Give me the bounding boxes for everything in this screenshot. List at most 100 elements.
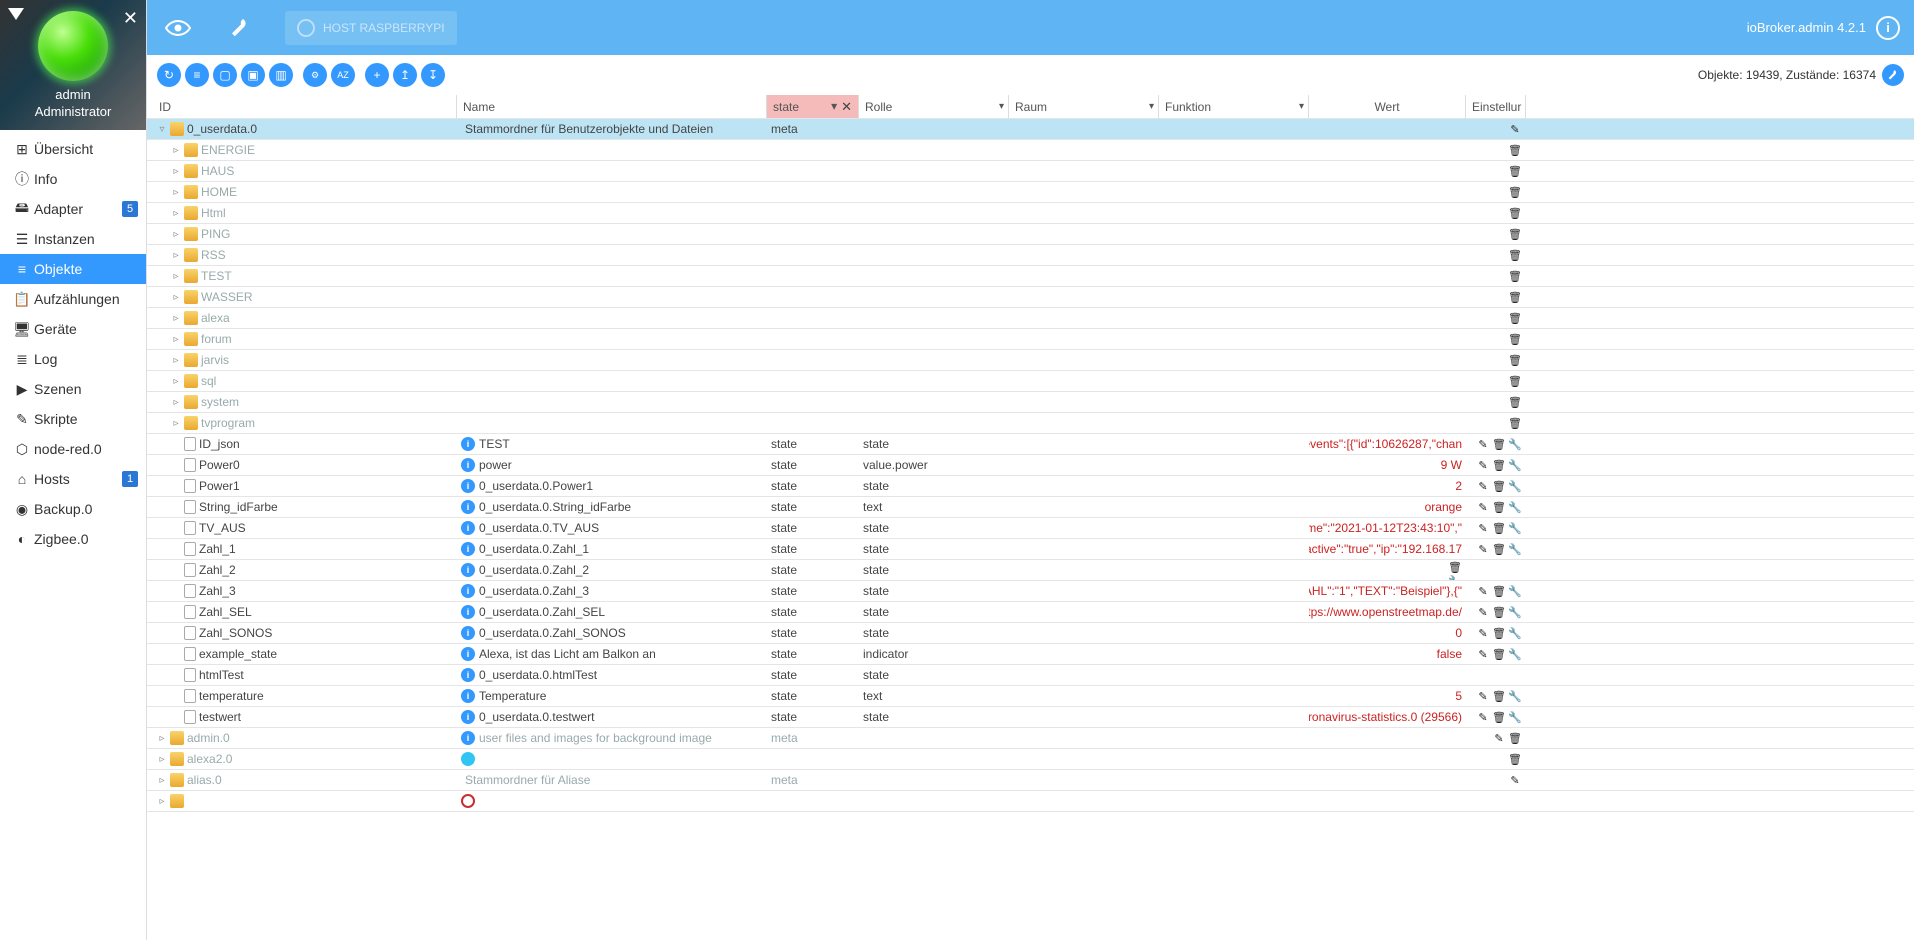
delete-icon[interactable]: 🗑 [1508, 374, 1522, 388]
cell-wert[interactable] [1309, 182, 1466, 202]
host-selector[interactable]: HOST RASPBERRYPI [285, 11, 457, 45]
cell-wert[interactable] [1309, 161, 1466, 181]
cell-wert[interactable] [1309, 308, 1466, 328]
delete-icon[interactable]: 🗑 [1508, 227, 1522, 241]
delete-icon[interactable]: 🗑 [1508, 164, 1522, 178]
edit-icon[interactable]: ✎ [1476, 647, 1490, 661]
delete-icon[interactable]: 🗑 [1492, 689, 1506, 703]
cell-wert[interactable]: coronavirus-statistics.0 (29566) [1309, 707, 1466, 727]
tree-expand-icon[interactable]: ▹ [171, 397, 181, 408]
config-icon[interactable]: 🔧 [1508, 500, 1522, 514]
delete-icon[interactable]: 🗑 [1508, 416, 1522, 430]
table-row[interactable]: ▹alexa2.0 🗑 [147, 749, 1914, 770]
delete-icon[interactable]: 🗑 [1492, 710, 1506, 724]
close-icon[interactable]: ✕ [123, 8, 138, 29]
delete-icon[interactable]: 🗑 [1508, 248, 1522, 262]
delete-icon[interactable]: 🗑 [1508, 353, 1522, 367]
delete-icon[interactable]: 🗑 [1508, 731, 1522, 745]
config-icon[interactable]: 🔧 [1508, 584, 1522, 598]
sidebar-item-geräte[interactable]: 🖥Geräte [0, 314, 146, 344]
edit-icon[interactable]: ✎ [1476, 521, 1490, 535]
cell-wert[interactable]: 0 [1309, 623, 1466, 643]
config-icon[interactable]: 🔧 [1508, 458, 1522, 472]
tree-expand-icon[interactable]: ▹ [157, 796, 167, 807]
sidebar-item-aufzählungen[interactable]: 📋Aufzählungen [0, 284, 146, 314]
table-row[interactable]: ▹sql 🗑 [147, 371, 1914, 392]
table-row[interactable]: Zahl_3i 0_userdata.0.Zahl_3statestate[{"… [147, 581, 1914, 602]
filter-button[interactable]: ⚙ [303, 63, 327, 87]
edit-icon[interactable]: ✎ [1492, 731, 1506, 745]
config-icon[interactable]: 🔧 [1508, 647, 1522, 661]
menu-toggle-icon[interactable] [8, 8, 24, 20]
hdr-funktion[interactable]: Funktion [1159, 95, 1309, 118]
table-row[interactable]: Zahl_2i 0_userdata.0.Zahl_2statestate ✎🗑… [147, 560, 1914, 581]
table-row[interactable]: ▹alias.0 Stammordner für Aliasemeta✎ [147, 770, 1914, 791]
edit-icon[interactable]: ✎ [1476, 479, 1490, 493]
tree-expand-icon[interactable]: ▹ [171, 229, 181, 240]
table-row[interactable]: temperaturei Temperaturestatetext5✎🗑🔧 [147, 686, 1914, 707]
sidebar-item-adapter[interactable]: 🖴Adapter5 [0, 194, 146, 224]
sidebar-item-übersicht[interactable]: ⊞Übersicht [0, 134, 146, 164]
table-row[interactable]: Zahl_1i 0_userdata.0.Zahl_1statestate[{"… [147, 539, 1914, 560]
watch-icon[interactable] [161, 11, 195, 45]
config-icon[interactable]: 🔧 [1508, 710, 1522, 724]
cell-wert[interactable] [1309, 329, 1466, 349]
tree-expand-icon[interactable]: ▹ [171, 250, 181, 261]
settings-button[interactable] [1882, 64, 1904, 86]
tree-expand-icon[interactable]: ▹ [171, 208, 181, 219]
cell-wert[interactable] [1309, 770, 1466, 790]
delete-icon[interactable]: 🗑 [1492, 542, 1506, 556]
table-row[interactable]: ▹RSS 🗑 [147, 245, 1914, 266]
delete-icon[interactable]: 🗑 [1492, 584, 1506, 598]
sidebar-item-objekte[interactable]: ≡Objekte [0, 254, 146, 284]
cell-wert[interactable] [1309, 665, 1466, 685]
cell-wert[interactable] [1309, 287, 1466, 307]
table-row[interactable]: ▹tvprogram 🗑 [147, 413, 1914, 434]
cell-wert[interactable] [1309, 413, 1466, 433]
config-icon[interactable]: 🔧 [1508, 605, 1522, 619]
edit-icon[interactable]: ✎ [1476, 689, 1490, 703]
cell-wert[interactable] [1309, 791, 1466, 811]
delete-icon[interactable]: 🗑 [1448, 560, 1462, 574]
table-row[interactable]: ▹forum 🗑 [147, 329, 1914, 350]
edit-icon[interactable]: ✎ [1476, 437, 1490, 451]
cell-wert[interactable] [1309, 266, 1466, 286]
delete-icon[interactable]: 🗑 [1492, 500, 1506, 514]
table-row[interactable]: Power1i 0_userdata.0.Power1statestate2✎🗑… [147, 476, 1914, 497]
table-row[interactable]: ▹system 🗑 [147, 392, 1914, 413]
sidebar-item-log[interactable]: ≣Log [0, 344, 146, 374]
tree-expand-icon[interactable]: ▹ [171, 376, 181, 387]
cell-wert[interactable] [1309, 749, 1466, 769]
cell-wert[interactable] [1309, 203, 1466, 223]
tree-expand-icon[interactable]: ▹ [171, 313, 181, 324]
sidebar-item-hosts[interactable]: ⌂Hosts1 [0, 464, 146, 494]
clear-filter-icon[interactable]: ✕ [841, 99, 852, 115]
hdr-id[interactable]: ID [147, 95, 457, 118]
toggle-columns-button[interactable]: ▥ [269, 63, 293, 87]
table-row[interactable]: ▹jarvis 🗑 [147, 350, 1914, 371]
view-list-button[interactable]: ≡ [185, 63, 209, 87]
refresh-button[interactable]: ↻ [157, 63, 181, 87]
table-row[interactable]: ▹ENERGIE 🗑 [147, 140, 1914, 161]
cell-wert[interactable]: 9 W [1309, 455, 1466, 475]
collapse-all-button[interactable]: ▢ [213, 63, 237, 87]
table-row[interactable]: ▹Html 🗑 [147, 203, 1914, 224]
tree-expand-icon[interactable]: ▹ [171, 334, 181, 345]
hdr-raum[interactable]: Raum [1009, 95, 1159, 118]
tree-expand-icon[interactable]: ▹ [171, 166, 181, 177]
delete-icon[interactable]: 🗑 [1508, 185, 1522, 199]
table-row[interactable]: ▹PING 🗑 [147, 224, 1914, 245]
edit-icon[interactable]: ✎ [1476, 710, 1490, 724]
delete-icon[interactable]: 🗑 [1508, 752, 1522, 766]
delete-icon[interactable]: 🗑 [1508, 311, 1522, 325]
tree-expand-icon[interactable]: ▹ [171, 271, 181, 282]
delete-icon[interactable]: 🗑 [1508, 143, 1522, 157]
config-icon[interactable]: 🔧 [1508, 521, 1522, 535]
delete-icon[interactable]: 🗑 [1508, 206, 1522, 220]
table-row[interactable]: ▿0_userdata.0 Stammordner für Benutzerob… [147, 119, 1914, 140]
cell-wert[interactable] [1309, 392, 1466, 412]
delete-icon[interactable]: 🗑 [1492, 647, 1506, 661]
cell-wert[interactable] [1309, 728, 1466, 748]
delete-icon[interactable]: 🗑 [1492, 605, 1506, 619]
cell-wert[interactable] [1309, 350, 1466, 370]
